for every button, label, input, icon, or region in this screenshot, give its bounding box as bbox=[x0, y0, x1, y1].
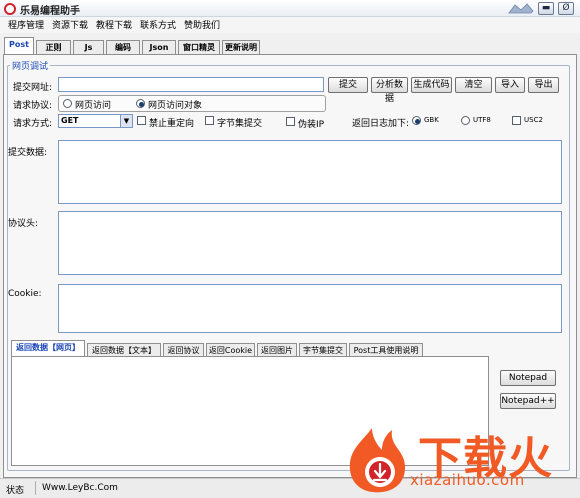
result-tab-post-help[interactable]: Post工具使用说明 bbox=[349, 343, 423, 357]
radio-web-access-object[interactable] bbox=[136, 99, 145, 108]
fake-ip-label[interactable]: 伪装IP bbox=[298, 117, 324, 130]
post-data-textarea[interactable] bbox=[58, 140, 562, 204]
result-tab-image[interactable]: 返回图片 bbox=[257, 343, 297, 357]
tab-window-spirit[interactable]: 窗口精灵 bbox=[178, 40, 220, 54]
headers-textarea[interactable] bbox=[58, 211, 562, 275]
menu-resource-download[interactable]: 资源下载 bbox=[52, 18, 88, 31]
usc2-label[interactable]: USC2 bbox=[524, 116, 543, 124]
generate-code-button[interactable]: 生成代码 bbox=[411, 77, 452, 93]
status-label: 状态 bbox=[6, 486, 25, 496]
method-select[interactable]: GET ▼ bbox=[58, 114, 133, 128]
cookie-textarea[interactable] bbox=[58, 284, 562, 333]
radio-web-access[interactable] bbox=[63, 99, 72, 108]
status-site-link[interactable]: Www.LeyBc.Com bbox=[42, 483, 118, 493]
method-select-value: GET bbox=[61, 116, 79, 125]
menu-program-manage[interactable]: 程序管理 bbox=[8, 18, 44, 31]
clear-button[interactable]: 清空 bbox=[455, 77, 492, 93]
result-tab-byte-submit[interactable]: 字节集提交 bbox=[299, 343, 347, 357]
radio-utf8-label[interactable]: UTF8 bbox=[473, 116, 491, 124]
url-label: 提交网址: bbox=[13, 83, 53, 93]
skin-cloud-icon[interactable] bbox=[507, 2, 535, 15]
result-tab-web[interactable]: 返回数据【网页】 bbox=[11, 340, 85, 357]
tab-js[interactable]: Js bbox=[73, 40, 104, 54]
radio-web-access-object-label[interactable]: 网页访问对象 bbox=[148, 98, 202, 111]
chevron-down-icon[interactable]: ▼ bbox=[120, 115, 132, 127]
group-title: 网页调试 bbox=[10, 59, 51, 72]
analyze-data-button[interactable]: 分析数据 bbox=[371, 77, 408, 104]
result-tab-cookie[interactable]: 返回Cookie bbox=[206, 343, 255, 357]
no-redirect-label[interactable]: 禁止重定向 bbox=[149, 116, 194, 129]
window-title: 乐易编程助手 bbox=[20, 6, 80, 17]
fake-ip-checkbox[interactable] bbox=[286, 117, 295, 126]
method-label: 请求方式: bbox=[13, 119, 53, 129]
menu-contact[interactable]: 联系方式 bbox=[140, 18, 176, 31]
tab-regex[interactable]: 正则 bbox=[36, 40, 71, 54]
radio-gbk[interactable] bbox=[412, 116, 421, 125]
notepad-plus-button[interactable]: Notepad++ bbox=[500, 393, 556, 409]
watermark-domain: xiazaihuo.com bbox=[410, 471, 525, 489]
import-button[interactable]: 导入 bbox=[495, 77, 525, 93]
headers-label: 协议头: bbox=[8, 219, 39, 229]
byte-submit-checkbox[interactable] bbox=[205, 116, 214, 125]
menu-tutorial-download[interactable]: 教程下载 bbox=[96, 18, 132, 31]
tab-json[interactable]: Json bbox=[142, 40, 176, 54]
result-tab-protocol[interactable]: 返回协议 bbox=[163, 343, 204, 357]
minimize-button[interactable]: ▬ bbox=[538, 2, 554, 15]
notepad-button[interactable]: Notepad bbox=[500, 370, 556, 386]
tab-post[interactable]: Post bbox=[4, 37, 34, 54]
url-input[interactable] bbox=[58, 77, 324, 92]
tab-update-notes[interactable]: 更新说明 bbox=[222, 40, 260, 54]
usc2-checkbox[interactable] bbox=[512, 116, 521, 125]
close-button[interactable]: Ø bbox=[558, 2, 574, 15]
radio-web-access-label[interactable]: 网页访问 bbox=[75, 98, 111, 111]
result-tab-text[interactable]: 返回数据【文本】 bbox=[87, 343, 161, 357]
post-data-label: 提交数据: bbox=[8, 148, 48, 158]
protocol-label: 请求协议: bbox=[13, 101, 53, 111]
radio-gbk-label[interactable]: GBK bbox=[424, 116, 439, 124]
tab-encode[interactable]: 编码 bbox=[106, 40, 140, 54]
status-separator bbox=[35, 481, 36, 495]
byte-submit-label[interactable]: 字节集提交 bbox=[217, 116, 262, 129]
submit-button[interactable]: 提交 bbox=[328, 77, 368, 93]
flame-download-icon bbox=[349, 428, 406, 493]
app-logo-icon bbox=[4, 3, 16, 15]
no-redirect-checkbox[interactable] bbox=[137, 116, 146, 125]
log-encoding-label: 返回日志加下: bbox=[352, 119, 410, 129]
title-bar[interactable] bbox=[0, 0, 580, 17]
cookie-label: Cookie: bbox=[8, 289, 42, 299]
export-button[interactable]: 导出 bbox=[528, 77, 559, 93]
menu-sponsor[interactable]: 赞助我们 bbox=[184, 18, 220, 31]
radio-utf8[interactable] bbox=[461, 116, 470, 125]
